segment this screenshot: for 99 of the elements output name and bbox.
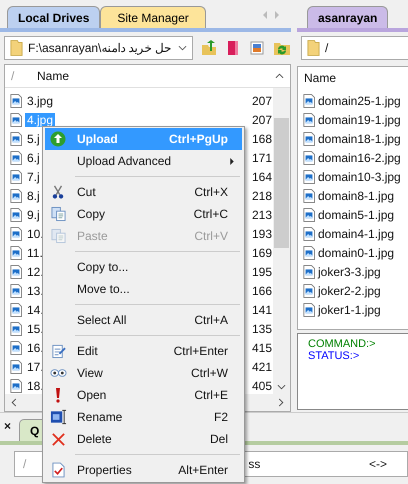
image-file-icon xyxy=(303,170,315,184)
rename-icon xyxy=(50,409,66,425)
file-size: 164 xyxy=(252,170,272,184)
image-file-icon xyxy=(10,170,22,184)
image-file-icon xyxy=(10,246,22,260)
image-file-icon xyxy=(10,284,22,298)
file-size: 405 xyxy=(252,378,272,392)
image-file-icon xyxy=(303,284,315,298)
dropdown-caret-icon xyxy=(178,45,187,51)
file-size: 213 xyxy=(252,208,272,222)
image-file-icon xyxy=(10,264,22,278)
tab[interactable]: Site Manager xyxy=(100,6,206,28)
file-size: 207 xyxy=(252,112,272,126)
image-file-icon xyxy=(303,226,315,240)
file-size: 207 xyxy=(252,94,272,108)
image-file-icon xyxy=(10,302,22,316)
folder-sync-icon[interactable] xyxy=(273,40,291,56)
upload-icon xyxy=(50,131,66,147)
file-size: 171 xyxy=(252,150,272,164)
file-name[interactable]: joker2-2.jpg xyxy=(318,284,381,298)
scissors-icon xyxy=(51,184,65,200)
menu-item[interactable]: View Ctrl+W xyxy=(45,362,242,384)
image-file-icon xyxy=(10,378,22,392)
image-file-icon xyxy=(303,246,315,260)
column-header[interactable]: Name xyxy=(298,71,408,91)
column-header[interactable]: <-> xyxy=(368,457,387,471)
file-name[interactable]: domain10-3.jpg xyxy=(318,170,401,184)
image-file-icon xyxy=(10,340,22,354)
paste-icon xyxy=(50,228,66,244)
file-name[interactable]: domain19-1.jpg xyxy=(318,112,401,126)
image-file-icon xyxy=(303,264,315,278)
file-size: 421 xyxy=(252,360,272,374)
image-file-icon xyxy=(10,208,22,222)
file-size: 218 xyxy=(252,188,272,202)
file-name[interactable]: domain0-1.jpg xyxy=(318,246,394,260)
file-name[interactable]: 3.jpg xyxy=(25,94,249,108)
file-name[interactable]: domain4-1.jpg xyxy=(318,226,394,240)
delete-icon xyxy=(50,432,66,446)
menu-item[interactable]: Edit Ctrl+Enter xyxy=(45,340,242,362)
image-file-icon xyxy=(303,132,315,146)
folder-icon xyxy=(10,39,23,57)
menu-item[interactable]: Open Ctrl+E xyxy=(45,384,242,406)
image-file-icon xyxy=(303,150,315,164)
image-file-icon xyxy=(10,94,22,108)
sort-mark: / xyxy=(22,457,26,471)
file-name[interactable]: domain5-1.jpg xyxy=(318,208,394,222)
file-size: 193 xyxy=(252,226,272,240)
scrollbar-thumb[interactable] xyxy=(274,118,289,248)
tab[interactable]: Local Drives xyxy=(7,6,100,28)
eyes-icon xyxy=(50,367,66,379)
column-header[interactable]: ss xyxy=(248,457,260,471)
tab[interactable]: asanrayan xyxy=(307,6,388,28)
image-file-icon xyxy=(10,360,22,374)
path-field[interactable]: / xyxy=(301,36,408,60)
image-file-icon xyxy=(303,208,315,222)
file-name[interactable]: domain16-2.jpg xyxy=(318,150,401,164)
image-file-icon xyxy=(10,226,22,240)
log-line: STATUS:> xyxy=(308,350,360,362)
file-size: 168 xyxy=(252,132,272,146)
exclamation-icon xyxy=(55,387,61,403)
file-size: 195 xyxy=(252,264,272,278)
file-size: 166 xyxy=(252,284,272,298)
menu-item[interactable]: Select All Ctrl+A xyxy=(45,309,242,331)
file-size: 135 xyxy=(252,322,272,336)
file-name[interactable]: domain8-1.jpg xyxy=(318,188,394,202)
file-name[interactable]: domain18-1.jpg xyxy=(318,132,401,146)
file-size: 141 xyxy=(252,302,272,316)
copy-icon xyxy=(50,206,66,222)
image-file-icon xyxy=(303,94,315,108)
menu-item[interactable]: Upload Advanced xyxy=(45,150,242,172)
menu-item[interactable]: Properties Alt+Enter xyxy=(45,459,242,481)
log-line: COMMAND:> xyxy=(308,338,377,350)
sort-mark: / xyxy=(10,69,16,83)
image-file-icon xyxy=(10,112,22,126)
bookmark-icon[interactable] xyxy=(225,40,241,56)
notepad-icon xyxy=(50,343,66,359)
properties-icon xyxy=(52,462,64,478)
path-combo-box[interactable]: F:\asanrayan\حل خرید دامنه xyxy=(4,36,193,60)
image-file-icon xyxy=(10,150,22,164)
file-name[interactable]: domain25-1.jpg xyxy=(318,94,401,108)
image-file-icon xyxy=(10,132,22,146)
file-name[interactable]: joker1-1.jpg xyxy=(318,302,381,316)
menu-item[interactable]: Copy Ctrl+C xyxy=(45,203,242,225)
menu-item[interactable]: Copy to... xyxy=(45,256,242,278)
folder-icon xyxy=(307,39,320,57)
menu-item[interactable]: Cut Ctrl+X xyxy=(45,181,242,203)
folder-up-icon[interactable] xyxy=(201,40,217,56)
image-file-icon xyxy=(10,188,22,202)
file-name[interactable]: joker3-3.jpg xyxy=(318,264,381,278)
image-file-icon xyxy=(303,112,315,126)
picture-icon[interactable] xyxy=(249,40,265,56)
image-file-icon xyxy=(303,188,315,202)
image-file-icon xyxy=(10,322,22,336)
file-size: 415 xyxy=(252,340,272,354)
column-header[interactable]: Name xyxy=(37,69,275,83)
file-size: 169 xyxy=(252,246,272,260)
menu-item[interactable]: Move to... xyxy=(45,278,242,300)
close-icon[interactable]: × xyxy=(4,419,12,433)
image-file-icon xyxy=(303,302,315,316)
